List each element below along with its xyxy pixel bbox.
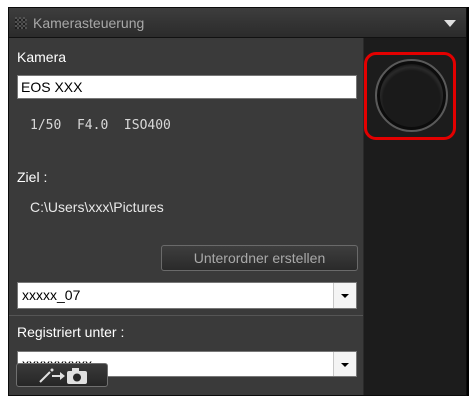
dropdown-arrow-icon[interactable]: [333, 283, 356, 308]
camera-model-field: EOS XXX: [17, 75, 357, 99]
create-subfolder-label: Unterordner erstellen: [193, 250, 326, 266]
panel-titlebar: Kamerasteuerung: [9, 8, 466, 38]
camera-model-text: EOS XXX: [21, 79, 83, 95]
create-subfolder-button[interactable]: Unterordner erstellen: [161, 245, 358, 271]
subfolder-dropdown[interactable]: xxxxx_07: [17, 282, 357, 309]
camera-label: Kamera: [17, 49, 67, 65]
settings-column: Kamera EOS XXX 1/50 F4.0 ISO400 Ziel : C…: [9, 38, 364, 395]
shutter-highlight: [364, 52, 456, 140]
window-edge: [467, 7, 469, 396]
destination-label: Ziel :: [17, 169, 48, 185]
divider: [9, 315, 363, 316]
camera-settings-readout: 1/50 F4.0 ISO400: [30, 118, 171, 133]
grip-icon[interactable]: [15, 17, 27, 29]
magic-wand-camera-icon: [39, 368, 87, 384]
dropdown-arrow-icon[interactable]: [333, 352, 356, 376]
registered-label: Registriert unter :: [17, 324, 125, 340]
shutter-button-icon[interactable]: [375, 59, 448, 132]
panel-title: Kamerasteuerung: [33, 15, 145, 31]
transfer-settings-button[interactable]: [16, 363, 108, 387]
subfolder-dropdown-value: xxxxx_07: [22, 287, 81, 303]
destination-path: C:\Users\xxx\Pictures: [30, 199, 164, 215]
chevron-down-icon[interactable]: [444, 20, 456, 27]
